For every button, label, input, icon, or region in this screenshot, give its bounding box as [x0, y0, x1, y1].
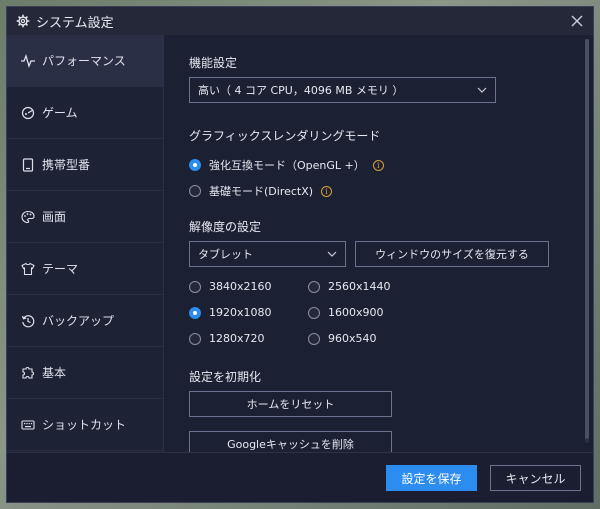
performance-select[interactable]: 高い（ 4 コア CPU，4096 MB メモリ ） — [189, 77, 496, 103]
sidebar-item-label: バックアップ — [42, 314, 115, 328]
phone-icon — [22, 157, 34, 172]
sidebar-item-label: パフォーマンス — [42, 54, 126, 68]
rendering-title: グラフィックスレンダリングモード — [189, 129, 381, 143]
keyboard-icon — [21, 419, 35, 430]
sidebar-item-display[interactable]: 画面 — [7, 191, 163, 243]
resolution-option-2560[interactable]: 2560x1440 — [308, 280, 391, 293]
device-select[interactable]: タブレット — [189, 241, 346, 267]
sidebar-item-backup[interactable]: バックアップ — [7, 295, 163, 347]
render-option-directx[interactable]: 基礎モード(DirectX) i — [189, 183, 333, 199]
resolution-option-3840[interactable]: 3840x2160 — [189, 280, 272, 293]
info-icon[interactable]: i — [321, 185, 333, 197]
resolution-label: 960x540 — [328, 332, 377, 345]
footer: 設定を保存 キャンセル — [7, 452, 593, 502]
settings-content: 機能設定 高い（ 4 コア CPU，4096 MB メモリ ） グラフィックスレ… — [165, 35, 591, 452]
sidebar-item-label: 画面 — [42, 210, 67, 224]
resolution-option-1600[interactable]: 1600x900 — [308, 306, 384, 319]
sidebar-item-basic[interactable]: 基本 — [7, 347, 163, 399]
reset-title: 設定を初期化 — [189, 370, 262, 384]
shirt-icon — [21, 262, 35, 275]
device-selected: タブレット — [198, 248, 253, 261]
game-icon — [21, 106, 35, 119]
resolution-label: 1280x720 — [209, 332, 265, 345]
sidebar-item-theme[interactable]: テーマ — [7, 243, 163, 295]
settings-window: システム設定 パフォーマンス ゲーム 携帯型番 画面 テーマ バックアップ 基本… — [6, 6, 594, 503]
title-bar: システム設定 — [7, 7, 593, 35]
restore-icon — [21, 314, 35, 327]
cancel-button[interactable]: キャンセル — [490, 465, 581, 491]
render-option-label: 強化互換モード（OpenGL +） — [209, 159, 365, 172]
puzzle-icon — [22, 366, 35, 379]
sidebar-item-label: ショットカット — [42, 418, 127, 432]
sidebar-item-game[interactable]: ゲーム — [7, 87, 163, 139]
sidebar-item-label: テーマ — [42, 262, 79, 276]
sidebar-item-phone-model[interactable]: 携帯型番 — [7, 139, 163, 191]
scrollbar[interactable] — [585, 39, 589, 443]
resolution-option-960[interactable]: 960x540 — [308, 332, 377, 345]
resolution-label: 2560x1440 — [328, 280, 391, 293]
restore-window-size-button[interactable]: ウィンドウのサイズを復元する — [355, 241, 549, 267]
resolution-title: 解像度の設定 — [189, 220, 262, 234]
sidebar-item-performance[interactable]: パフォーマンス — [7, 35, 163, 87]
resolution-label: 3840x2160 — [209, 280, 272, 293]
window-title: システム設定 — [36, 15, 114, 31]
radio-button[interactable] — [308, 332, 320, 345]
radio-button[interactable] — [189, 185, 201, 197]
chevron-down-icon — [327, 251, 337, 257]
performance-selected: 高い（ 4 コア CPU，4096 MB メモリ ） — [198, 84, 404, 97]
radio-button[interactable] — [189, 306, 201, 319]
sidebar: パフォーマンス ゲーム 携帯型番 画面 テーマ バックアップ 基本 ショットカッ… — [7, 35, 164, 452]
gear-icon — [16, 14, 30, 28]
sidebar-item-label: ゲーム — [42, 106, 78, 120]
render-option-label: 基礎モード(DirectX) — [209, 185, 314, 198]
resolution-label: 1920x1080 — [209, 306, 272, 319]
chevron-down-icon — [477, 87, 487, 93]
resolution-option-1280[interactable]: 1280x720 — [189, 332, 265, 345]
pulse-icon — [21, 53, 35, 68]
radio-button[interactable] — [189, 280, 201, 293]
save-button[interactable]: 設定を保存 — [386, 465, 477, 491]
close-icon[interactable] — [569, 13, 585, 29]
sidebar-item-label: 基本 — [42, 366, 67, 380]
palette-icon — [21, 210, 35, 223]
sidebar-item-label: 携帯型番 — [42, 158, 91, 172]
reset-home-button[interactable]: ホームをリセット — [189, 391, 392, 417]
resolution-option-1920[interactable]: 1920x1080 — [189, 306, 272, 319]
sidebar-item-shortcuts[interactable]: ショットカット — [7, 399, 163, 451]
radio-button[interactable] — [189, 159, 201, 171]
performance-title: 機能設定 — [189, 56, 238, 70]
clear-google-cache-button[interactable]: Googleキャッシュを削除 — [189, 431, 392, 452]
radio-button[interactable] — [308, 306, 320, 319]
resolution-label: 1600x900 — [328, 306, 384, 319]
info-icon[interactable]: i — [372, 159, 384, 171]
radio-button[interactable] — [308, 280, 320, 293]
radio-button[interactable] — [189, 332, 201, 345]
scrollbar-thumb[interactable] — [585, 39, 589, 439]
render-option-opengl[interactable]: 強化互換モード（OpenGL +） i — [189, 157, 384, 173]
